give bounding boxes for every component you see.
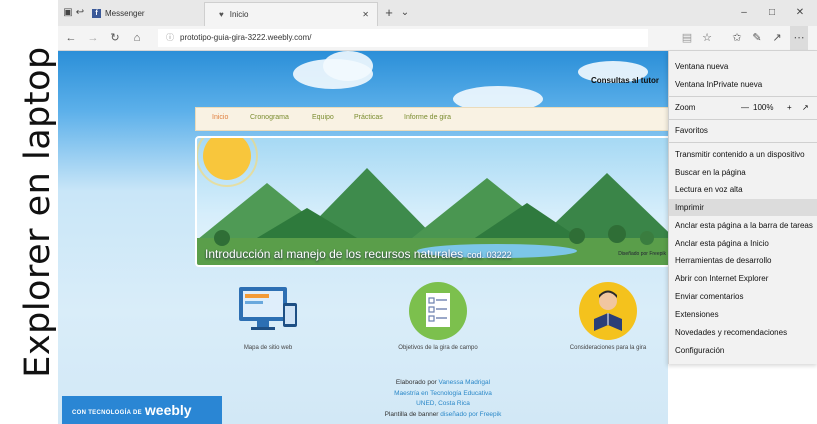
- menu-zoom: Zoom — 100% + ↗: [669, 99, 817, 116]
- tab-title: Inicio: [229, 10, 249, 19]
- menu-print[interactable]: Imprimir: [669, 199, 817, 216]
- refresh-icon[interactable]: ↻: [106, 26, 124, 50]
- author-link[interactable]: Vanessa Madrigal: [439, 379, 491, 386]
- menu-whats-new[interactable]: Novedades y recomendaciones: [669, 324, 817, 341]
- web-page: Consultas al tutor Inicio Cronograma Equ…: [58, 51, 668, 424]
- menu-separator: [669, 119, 817, 120]
- nav-cronograma[interactable]: Cronograma: [250, 114, 289, 121]
- menu-read-aloud[interactable]: Lectura en voz alta: [669, 181, 817, 198]
- menu-cast[interactable]: Transmitir contenido a un dispositivo: [669, 146, 817, 163]
- forward-arrow-icon[interactable]: →: [84, 26, 102, 50]
- menu-new-window[interactable]: Ventana nueva: [669, 58, 817, 75]
- site-nav: Inicio Cronograma Equipo Prácticas Infor…: [195, 107, 668, 131]
- url-input[interactable]: ⓘ prototipo-guia-gira-3222.weebly.com/: [158, 29, 648, 47]
- landscape-illustration: [197, 138, 668, 265]
- weebly-logo: weebly: [144, 402, 192, 418]
- weebly-badge[interactable]: CON TECNOLOGÍA DE weebly: [62, 396, 222, 424]
- tab-inicio[interactable]: ♥ Inicio ✕: [204, 2, 378, 27]
- cloud-decoration: [323, 51, 373, 81]
- share-icon[interactable]: ↗: [768, 26, 786, 50]
- freepik-link[interactable]: diseñado por Freepik: [440, 411, 501, 418]
- menu-settings[interactable]: Configuración: [669, 342, 817, 359]
- menu-separator: [669, 142, 817, 143]
- close-tab-icon[interactable]: ✕: [362, 3, 369, 27]
- program-text: Maestría en Tecnología Educativa: [394, 389, 492, 397]
- tutor-link[interactable]: Consultas al tutor: [591, 76, 659, 85]
- feature-caption: Objetivos de la gira de campo: [398, 345, 478, 351]
- site-icon: ♥: [219, 10, 224, 19]
- student-reading-icon: [579, 282, 637, 340]
- url-text: prototipo-guia-gira-3222.weebly.com/: [180, 33, 312, 42]
- institution-text: UNED, Costa Rica: [416, 400, 470, 407]
- menu-feedback[interactable]: Enviar comentarios: [669, 288, 817, 305]
- favorites-hub-icon[interactable]: ✩: [728, 26, 746, 50]
- tab-actions-icon[interactable]: ▣: [62, 0, 74, 26]
- menu-dev-tools[interactable]: Herramientas de desarrollo: [669, 252, 817, 269]
- close-window-icon[interactable]: ✕: [790, 0, 810, 26]
- back-arrow-icon[interactable]: ←: [62, 26, 80, 50]
- feature-considerations[interactable]: Consideraciones para la gira: [563, 282, 653, 353]
- nav-inicio[interactable]: Inicio: [212, 114, 228, 121]
- checklist-icon: [409, 282, 467, 340]
- favorite-star-icon[interactable]: ☆: [698, 26, 716, 50]
- menu-find[interactable]: Buscar en la página: [669, 164, 817, 181]
- home-icon[interactable]: ⌂: [128, 26, 146, 50]
- zoom-value: 100%: [753, 103, 774, 112]
- menu-extensions[interactable]: Extensiones: [669, 306, 817, 323]
- address-bar: ← → ↻ ⌂ ⓘ prototipo-guia-gira-3222.weebly…: [58, 26, 817, 51]
- tab-back-icon[interactable]: ↩: [74, 0, 86, 26]
- banner-credit: Diseñado por Freepik: [618, 251, 666, 257]
- menu-pin-start[interactable]: Anclar esta página a Inicio: [669, 235, 817, 252]
- menu-pin-taskbar[interactable]: Anclar esta página a la barra de tareas: [669, 217, 817, 234]
- feature-caption: Mapa de sitio web: [243, 345, 293, 351]
- zoom-out-icon[interactable]: —: [741, 99, 749, 116]
- nav-equipo[interactable]: Equipo: [312, 114, 334, 121]
- side-caption: Explorer en laptop: [0, 0, 58, 424]
- tab-title: Messenger: [105, 9, 145, 18]
- feature-caption: Consideraciones para la gira: [569, 345, 647, 351]
- fullscreen-icon[interactable]: ↗: [802, 99, 809, 116]
- reading-view-icon[interactable]: ▤: [678, 26, 696, 50]
- settings-menu: Ventana nueva Ventana InPrivate nueva Zo…: [668, 51, 817, 364]
- tab-bar: ▣ ↩ f Messenger ♥ Inicio ✕ + ⌄ – □ ✕: [58, 0, 817, 27]
- hero-banner: Introducción al manejo de los recursos n…: [195, 136, 668, 267]
- menu-separator: [669, 96, 817, 97]
- new-tab-icon[interactable]: +: [382, 0, 396, 26]
- menu-open-ie[interactable]: Abrir con Internet Explorer: [669, 270, 817, 287]
- facebook-icon: f: [92, 9, 101, 19]
- more-menu-icon[interactable]: ⋯: [790, 26, 808, 50]
- feature-site-map[interactable]: Mapa de sitio web: [228, 283, 308, 353]
- tab-messenger[interactable]: f Messenger: [86, 2, 202, 26]
- caption-text: Explorer en laptop: [18, 46, 58, 378]
- nav-practicas[interactable]: Prácticas: [354, 114, 383, 121]
- menu-favorites[interactable]: Favoritos: [669, 122, 817, 139]
- page-footer: Elaborado por Vanessa Madrigal Maestría …: [318, 378, 568, 420]
- notes-pen-icon[interactable]: ✎: [748, 26, 766, 50]
- website-devices-icon: [239, 287, 297, 330]
- banner-title: Introducción al manejo de los recursos n…: [205, 247, 512, 261]
- site-info-icon[interactable]: ⓘ: [166, 33, 174, 42]
- minimize-icon[interactable]: –: [734, 0, 754, 26]
- zoom-in-icon[interactable]: +: [787, 99, 792, 116]
- nav-informe[interactable]: Informe de gira: [404, 114, 451, 121]
- menu-inprivate-window[interactable]: Ventana InPrivate nueva: [669, 76, 817, 93]
- maximize-icon[interactable]: □: [762, 0, 782, 26]
- feature-objectives[interactable]: Objetivos de la gira de campo: [388, 282, 488, 353]
- tab-list-chevron-icon[interactable]: ⌄: [398, 0, 412, 26]
- course-code: cod. 03222: [467, 250, 512, 260]
